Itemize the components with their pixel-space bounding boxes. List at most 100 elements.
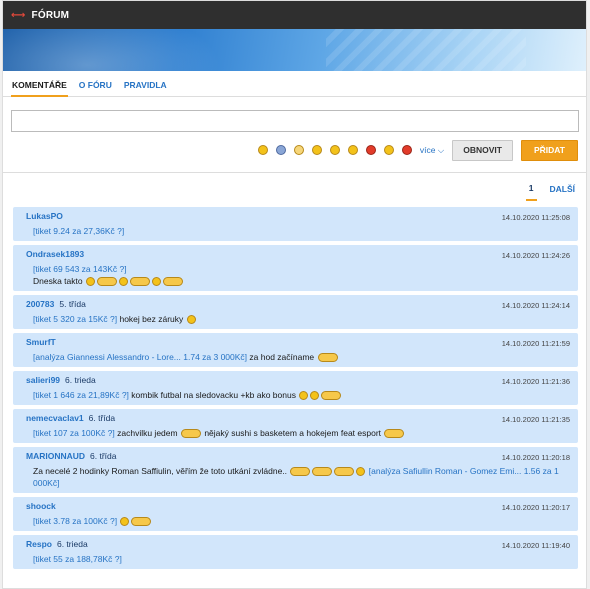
post-header: Respo 6. trieda (26, 539, 572, 549)
post-rank: 6. třída (88, 413, 116, 423)
post-username-link[interactable]: Respo (26, 539, 52, 549)
post-username-link[interactable]: salieri99 (26, 375, 60, 385)
add-button[interactable]: PŘIDAT (520, 139, 578, 161)
ticket-link[interactable]: [tiket 55 za 188,78Kč ?] (33, 554, 122, 564)
post-body: [tiket 107 za 100Kč ?] zachvilku jedem n… (26, 427, 572, 439)
wide-emoticon-icon (321, 391, 342, 401)
post-timestamp: 14.10.2020 11:20:17 (501, 503, 570, 512)
forum-post: nemecvaclav1 6. třída 14.10.2020 11:21:35 [… (13, 409, 578, 443)
compose-toolbar: více ⌵ OBNOVIT PŘIDAT (11, 138, 578, 162)
wide-emoticon-icon (334, 467, 355, 477)
post-body: [tiket 9.24 za 27,36Kč ?] (26, 225, 572, 237)
forum-banner (3, 29, 586, 71)
wide-emoticon-icon (317, 353, 338, 363)
emoticon-picker (257, 145, 412, 155)
tab-pravidla[interactable]: PRAVIDLA (123, 71, 168, 97)
post-username-link[interactable]: 200783 (26, 299, 54, 309)
post-username-link[interactable]: shoock (26, 501, 56, 511)
emoticon-globe-icon[interactable] (275, 145, 286, 155)
compose-area: více ⌵ OBNOVIT PŘIDAT (3, 97, 586, 162)
cool-emoticon-icon (186, 315, 196, 325)
emoticon-laugh-icon[interactable] (311, 145, 322, 155)
ticket-link[interactable]: [analýza Giannessi Alessandro - Lore... … (33, 352, 247, 362)
post-timestamp: 14.10.2020 11:21:59 (501, 339, 570, 348)
post-header: shoock (26, 501, 572, 511)
wide-emoticon-icon (290, 467, 311, 477)
post-timestamp: 14.10.2020 11:25:08 (501, 213, 570, 222)
ticket-link[interactable]: [tiket 107 za 100Kč ?] (33, 428, 115, 438)
refresh-button[interactable]: OBNOVIT (452, 139, 513, 161)
post-header: salieri99 6. trieda (26, 375, 572, 385)
forum-post: MARIONNAUD 6. třída 14.10.2020 11:20:18 Za … (13, 447, 578, 493)
grin-emoticon-icon (85, 277, 95, 287)
post-body: [tiket 1 646 za 21,89Kč ?] kombik futbal… (26, 389, 572, 401)
forum-post: shoock 14.10.2020 11:20:17 [tiket 3.78 za … (13, 497, 578, 531)
post-text: nějaký sushi s basketem a hokejem feat e… (201, 428, 384, 438)
more-emoticons-link[interactable]: více ⌵ (420, 145, 444, 156)
ticket-link[interactable]: [tiket 9.24 za 27,36Kč ?] (33, 226, 124, 236)
emoticon-devil-icon[interactable] (401, 145, 412, 155)
ticket-link[interactable]: [tiket 5 320 za 15Kč ?] (33, 314, 117, 324)
emoticon-smile-icon[interactable] (347, 145, 358, 155)
post-username-link[interactable]: Ondrasek1893 (26, 249, 84, 259)
forum-arrow-icon: ⟷ (11, 9, 26, 21)
forum-post: 200783 5. třída 14.10.2020 11:24:14 [tiket … (13, 295, 578, 329)
post-body: [tiket 55 za 188,78Kč ?] (26, 553, 572, 565)
emoticon-trophy-icon[interactable] (293, 145, 304, 155)
post-username-link[interactable]: LukasPO (26, 211, 63, 221)
grin-emoticon-icon (299, 391, 309, 401)
post-body: Za necelé 2 hodinky Roman Saffiulin, věř… (26, 465, 572, 489)
emoticon-sweat-icon[interactable] (383, 145, 394, 155)
post-text: za hod začíname (247, 352, 317, 362)
forum-header: ⟷ FÓRUM (3, 1, 586, 29)
post-header: SmurfT (26, 337, 572, 347)
tab-o-foru[interactable]: O FÓRU (78, 71, 113, 97)
emoticon-beer-icon[interactable] (257, 145, 268, 155)
page-next-link[interactable]: DALŠÍ (547, 178, 579, 200)
ticket-link[interactable]: [tiket 69 543 za 143Kč ?] (33, 264, 127, 274)
forum-post: LukasPO 14.10.2020 11:25:08 [tiket 9.24 za… (13, 207, 578, 241)
post-username-link[interactable]: MARIONNAUD (26, 451, 85, 461)
post-username-link[interactable]: nemecvaclav1 (26, 413, 84, 423)
ticket-link[interactable]: [tiket 1 646 za 21,89Kč ?] (33, 390, 129, 400)
post-body: [tiket 69 543 za 143Kč ?] Dneska takto (26, 263, 572, 287)
post-timestamp: 14.10.2020 11:21:36 (501, 377, 570, 386)
grin-emoticon-icon (120, 517, 130, 527)
post-timestamp: 14.10.2020 11:24:26 (501, 251, 570, 260)
comment-input[interactable] (11, 110, 579, 132)
wide-emoticon-icon (312, 467, 333, 477)
post-text: kombik futbal na sledovacku +kb ako bonu… (128, 390, 299, 400)
forum-post: SmurfT 14.10.2020 11:21:59 [analýza Gianne… (13, 333, 578, 367)
post-timestamp: 14.10.2020 11:19:40 (501, 541, 570, 550)
forum-post: salieri99 6. trieda 14.10.2020 11:21:36 [ti… (13, 371, 578, 405)
forum-panel: ⟷ FÓRUM KOMENTÁŘE O FÓRU PRAVIDLA více ⌵… (2, 0, 587, 589)
post-rank: 6. třída (90, 451, 117, 461)
grin-emoticon-icon (356, 467, 366, 477)
wide-emoticon-icon (384, 429, 405, 439)
post-header: 200783 5. třída (26, 299, 572, 309)
post-text: Dneska takto (33, 276, 85, 286)
emoticon-wide-grin-icon[interactable] (329, 145, 340, 155)
wide-emoticon-icon (131, 517, 152, 527)
page-current[interactable]: 1 (525, 177, 537, 201)
wide-emoticon-icon (180, 429, 201, 439)
post-body: [tiket 5 320 za 15Kč ?] hokej bez záruky (26, 313, 572, 325)
post-rank: 6. trieda (56, 539, 88, 549)
post-text (117, 516, 119, 526)
post-header: LukasPO (26, 211, 572, 221)
forum-post: Respo 6. trieda 14.10.2020 11:19:40 [tiket … (13, 535, 578, 569)
post-username-link[interactable]: SmurfT (26, 337, 56, 347)
post-text: hokej bez záruky (117, 314, 186, 324)
wide-emoticon-icon (129, 277, 150, 287)
post-body: [analýza Giannessi Alessandro - Lore... … (26, 351, 572, 363)
grin-emoticon-icon (118, 277, 128, 287)
post-timestamp: 14.10.2020 11:20:18 (501, 453, 570, 462)
ticket-link[interactable]: [tiket 3.78 za 100Kč ?] (33, 516, 117, 526)
post-list: LukasPO 14.10.2020 11:25:08 [tiket 9.24 za… (3, 207, 586, 569)
pagination: 1 DALŠÍ (3, 173, 586, 205)
post-header: Ondrasek1893 (26, 249, 572, 259)
wide-emoticon-icon (162, 277, 183, 287)
post-timestamp: 14.10.2020 11:21:35 (501, 415, 570, 424)
tab-komentare[interactable]: KOMENTÁŘE (11, 71, 68, 97)
emoticon-angry-icon[interactable] (365, 145, 376, 155)
